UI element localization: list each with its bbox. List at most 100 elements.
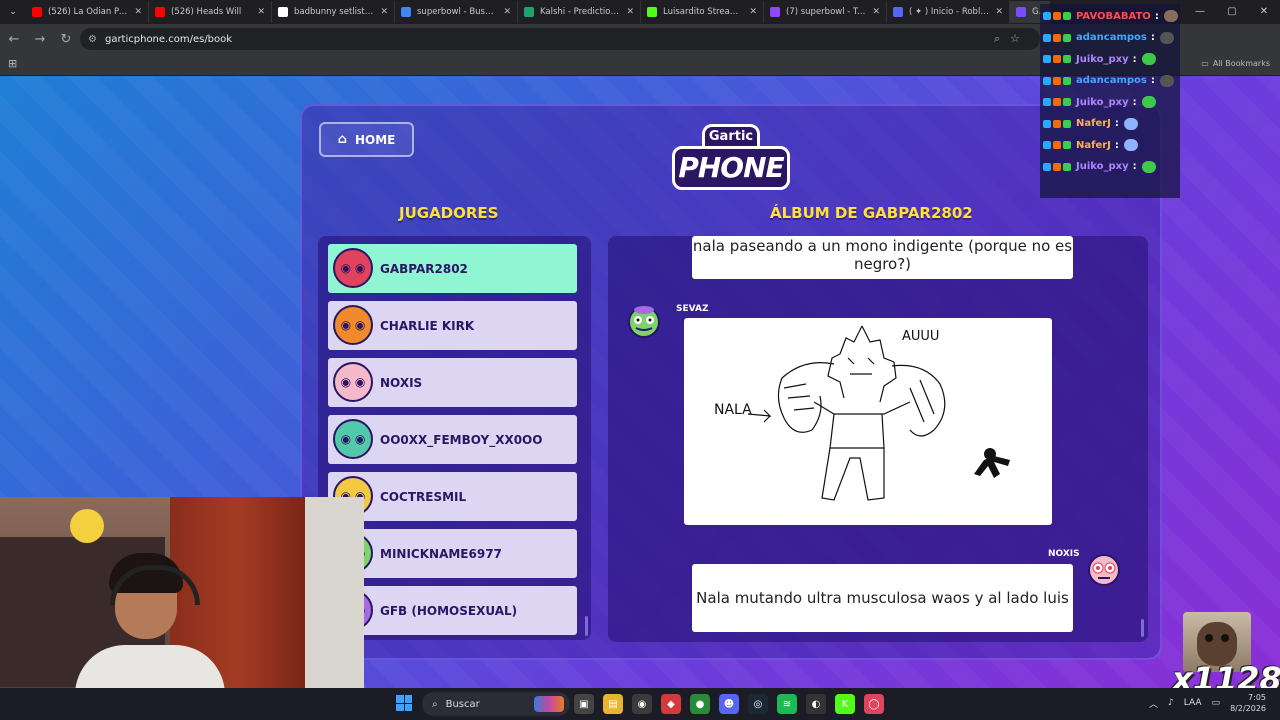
chat-username: Juiko_pxy: [1076, 53, 1129, 65]
address-url[interactable]: garticphone.com/es/book: [105, 34, 232, 45]
home-button[interactable]: ⌂ HOME: [319, 122, 414, 157]
tab-favicon-icon: [1016, 7, 1026, 17]
address-bar[interactable]: ⚙ garticphone.com/es/book: [80, 28, 1040, 50]
chrome-icon[interactable]: ●: [690, 694, 710, 714]
player-row[interactable]: ◉ ◉ GABPAR2802: [328, 244, 577, 293]
tab-favicon-icon: [401, 7, 411, 17]
app-red-icon[interactable]: ◆: [661, 694, 681, 714]
windows-start-icon[interactable]: [396, 695, 412, 711]
spotify-icon[interactable]: ≋: [777, 694, 797, 714]
tab-close-icon[interactable]: ✕: [134, 7, 142, 17]
player-name: GFB (HOMOSEXUAL): [380, 603, 518, 618]
chat-emote-icon: [1163, 10, 1178, 22]
tab-label: badbunny setlist - Se: [294, 7, 374, 17]
tab-close-icon[interactable]: ✕: [503, 7, 511, 17]
steam-icon[interactable]: ◎: [748, 694, 768, 714]
bookmark-star-icon[interactable]: ☆: [1010, 32, 1020, 46]
tab-close-icon[interactable]: ✕: [626, 7, 634, 17]
tab-favicon-icon: [770, 7, 780, 17]
album-drawing: NALA AUUU: [684, 318, 1052, 525]
browser-tab[interactable]: Luisardito Stream - V ✕: [641, 1, 764, 23]
maximize-icon[interactable]: ▢: [1216, 0, 1248, 24]
app-icon[interactable]: ◉: [632, 694, 652, 714]
tab-close-icon[interactable]: ✕: [872, 7, 880, 17]
file-explorer-icon[interactable]: ▤: [603, 694, 623, 714]
players-heading: JUGADORES: [399, 204, 499, 222]
browser-tab[interactable]: superbowl - Buscar c ✕: [395, 1, 518, 23]
chat-badge-icon: [1053, 76, 1061, 85]
tab-close-icon[interactable]: ✕: [749, 7, 757, 17]
browser-tab[interactable]: (7) superbowl - Twitc ✕: [764, 1, 887, 23]
chat-badge-icon: [1063, 12, 1071, 20]
tab-favicon-icon: [647, 7, 657, 17]
player-row[interactable]: ◉ ◉ COCTRESMIL: [328, 472, 577, 521]
tray-chevron-icon[interactable]: ︿: [1149, 697, 1158, 710]
players-scrollbar[interactable]: [585, 616, 588, 636]
chat-message: Juiko_pxy:: [1043, 158, 1156, 176]
tab-close-icon[interactable]: ✕: [380, 7, 388, 17]
drawing-canvas: NALA AUUU: [714, 325, 1010, 501]
player-avatar: ◉ ◉: [333, 419, 373, 459]
app-pink-icon[interactable]: ◯: [864, 694, 884, 714]
taskbar-search[interactable]: ⌕ Buscar: [422, 692, 570, 716]
player-name: NOXIS: [380, 375, 423, 390]
chat-badge-icon: [1043, 76, 1051, 85]
chat-username: NaferJ: [1076, 118, 1111, 129]
tab-search-icon[interactable]: ⌄: [0, 0, 26, 24]
back-icon[interactable]: ←: [2, 32, 26, 47]
player-name: COCTRESMIL: [380, 489, 467, 504]
album-panel: nala paseando a un mono indigente (porqu…: [608, 236, 1148, 642]
tab-favicon-icon: [155, 7, 165, 17]
site-info-icon[interactable]: ⚙: [88, 34, 97, 45]
chat-emote-icon: [1141, 96, 1156, 108]
chat-username: adancampos: [1076, 32, 1147, 43]
player-row[interactable]: ◉ ◉ CHARLIE KIRK: [328, 301, 577, 350]
chat-username: Juiko_pxy: [1076, 96, 1129, 108]
windows-taskbar: ⌕ Buscar ▣ ▤ ◉ ◆ ● ☻ ◎ ≋ ◐ K ◯ ︿ ♪ LAA ▭…: [0, 688, 1280, 720]
apps-grid-icon[interactable]: ⊞: [8, 57, 17, 70]
player-row[interactable]: ◉ ◉GFB (HOMOSEXUAL): [328, 586, 577, 635]
minimize-icon[interactable]: —: [1184, 0, 1216, 24]
album-heading: ÁLBUM DE GABPAR2802: [770, 204, 973, 222]
chat-badge-icon: [1063, 76, 1071, 85]
album-scrollbar[interactable]: [1141, 619, 1144, 637]
browser-tab[interactable]: badbunny setlist - Se ✕: [272, 1, 395, 23]
bottom-card-author: NOXIS: [1048, 549, 1080, 559]
player-row[interactable]: ◉ ◉ OO0XX_FEMBOY_XX0OO: [328, 415, 577, 464]
player-row[interactable]: ◉ ◉ NOXIS: [328, 358, 577, 407]
browser-tab[interactable]: ( ✦ ) Inicio - Roblox ✕: [887, 1, 1010, 23]
zoom-icon[interactable]: ⌕: [994, 32, 1000, 46]
close-window-icon[interactable]: ✕: [1248, 0, 1280, 24]
tab-label: Luisardito Stream - V: [663, 7, 744, 17]
forward-icon[interactable]: →: [28, 32, 52, 47]
chat-message: adancampos:: [1043, 29, 1174, 47]
task-view-icon[interactable]: ▣: [574, 694, 594, 714]
tab-close-icon[interactable]: ✕: [257, 7, 265, 17]
chat-badge-icon: [1063, 98, 1071, 106]
discord-icon[interactable]: ☻: [719, 694, 739, 714]
chat-username: adancampos: [1076, 75, 1147, 86]
sevaz-avatar: [628, 306, 660, 338]
microphone-icon[interactable]: ♪: [1168, 698, 1174, 708]
chat-badge-icon: [1053, 55, 1061, 63]
system-tray: ︿ ♪ LAA ▭ 7:05 8/2/2026: [1149, 692, 1266, 714]
tab-close-icon[interactable]: ✕: [995, 7, 1003, 17]
browser-tab[interactable]: (526) Heads Will ✕: [149, 1, 272, 23]
reload-icon[interactable]: ↻: [54, 32, 78, 47]
chat-message: Juiko_pxy:: [1043, 93, 1156, 111]
tab-favicon-icon: [524, 7, 534, 17]
browser-tab[interactable]: (526) La Odian Por D ✕: [26, 1, 149, 23]
clock[interactable]: 7:05 8/2/2026: [1230, 692, 1266, 714]
kick-icon[interactable]: K: [835, 694, 855, 714]
browser-tab[interactable]: Kalshi - Prediction M ✕: [518, 1, 641, 23]
player-name: GABPAR2802: [380, 261, 468, 276]
obs-icon[interactable]: ◐: [806, 694, 826, 714]
lang-indicator[interactable]: LAA: [1184, 698, 1202, 708]
player-row[interactable]: ◉ ◉MINICKNAME6977: [328, 529, 577, 578]
network-icon[interactable]: ▭: [1212, 698, 1221, 708]
chat-badge-icon: [1043, 141, 1051, 149]
chat-message: Juiko_pxy:: [1043, 50, 1156, 68]
chat-badge-icon: [1053, 12, 1061, 20]
all-bookmarks-button[interactable]: ▭ All Bookmarks: [1201, 59, 1270, 68]
player-avatar: ◉ ◉: [333, 362, 373, 402]
